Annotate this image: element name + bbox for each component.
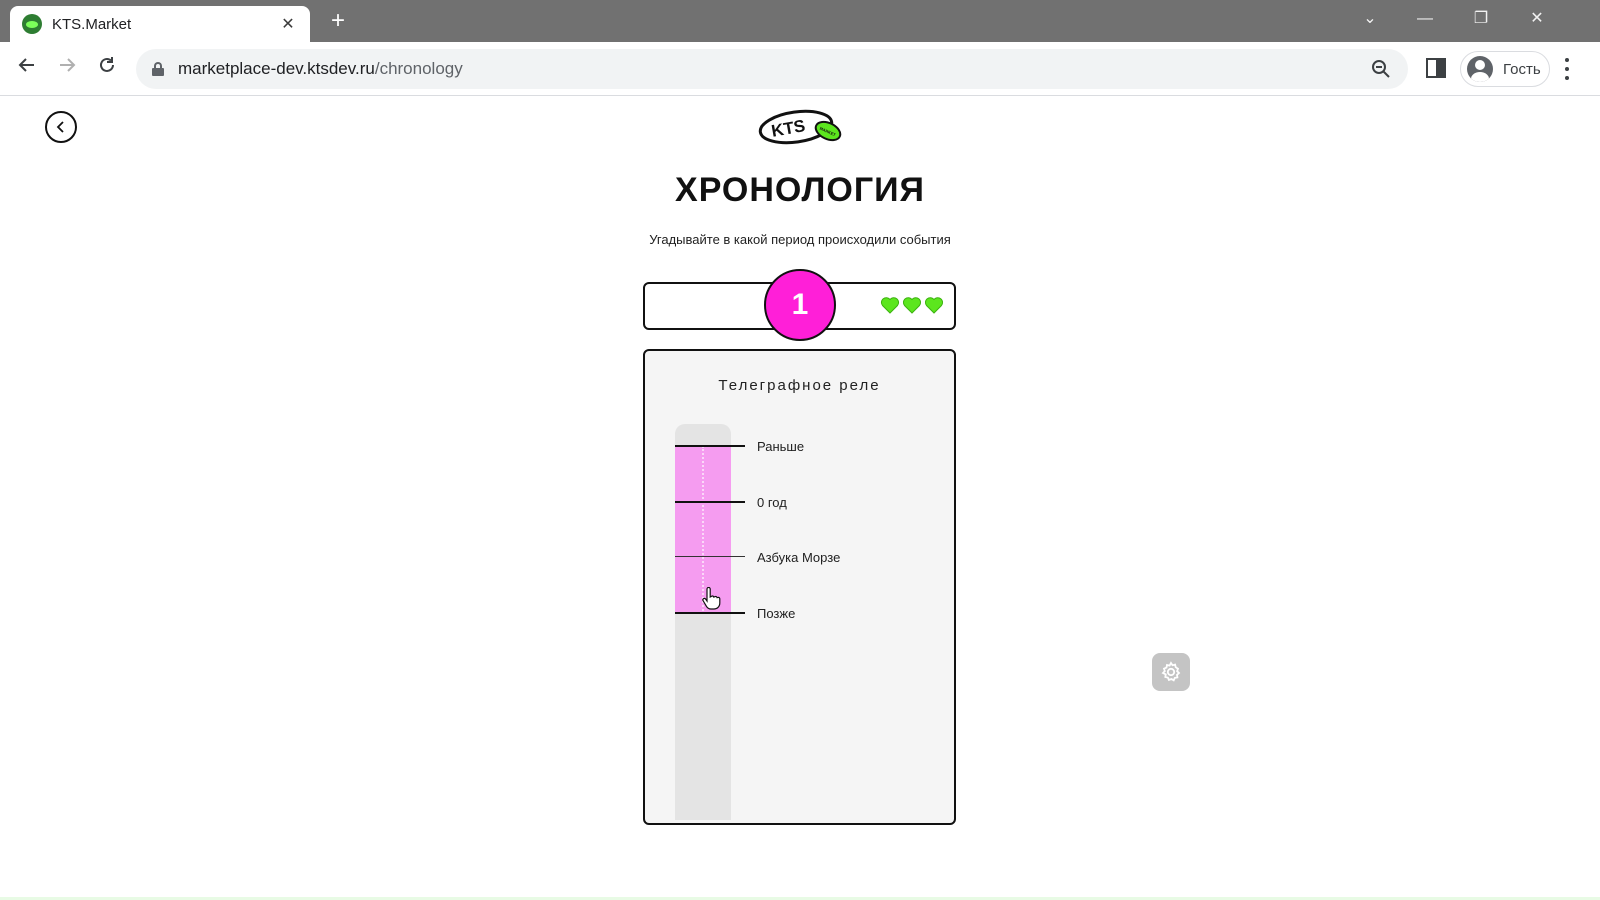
browser-toolbar: marketplace-dev.ktsdev.ru/chronology Гос… — [0, 42, 1600, 96]
window-restore-button[interactable]: ❐ — [1466, 6, 1496, 32]
event-title: Телеграфное реле — [718, 377, 881, 394]
window-minimize-button[interactable]: — — [1410, 6, 1440, 32]
heart-icon — [880, 297, 900, 314]
page-back-button[interactable] — [45, 111, 77, 143]
zoom-icon[interactable] — [1370, 58, 1392, 80]
page-subtitle: Угадывайте в какой период происходили со… — [649, 232, 951, 247]
settings-button[interactable] — [1152, 653, 1190, 691]
kts-market-logo: KTS MARKET — [758, 109, 842, 145]
profile-button[interactable]: Гость — [1460, 51, 1550, 87]
reload-button[interactable] — [93, 55, 121, 83]
chevron-left-icon — [56, 121, 64, 133]
timeline-label-reference-event[interactable]: Азбука Морзе — [757, 550, 840, 565]
reload-icon — [100, 57, 114, 72]
timeline-label-later[interactable]: Позже — [757, 606, 795, 621]
timeline-tick-reference-event — [675, 556, 745, 557]
kts-favicon-icon — [22, 14, 42, 34]
lock-icon — [152, 62, 164, 76]
side-panel-icon[interactable] — [1426, 58, 1446, 78]
address-bar[interactable]: marketplace-dev.ktsdev.ru/chronology — [136, 49, 1408, 89]
arrow-right-icon — [60, 58, 76, 72]
tab-search-button[interactable]: ⌄ — [1355, 6, 1385, 32]
browser-tab[interactable]: KTS.Market ✕ — [10, 6, 310, 42]
timeline-tick-later — [675, 612, 745, 614]
page-title: ХРОНОЛОГИЯ — [675, 171, 925, 209]
timeline-label-earlier[interactable]: Раньше — [757, 439, 804, 454]
hand-pointer-icon — [702, 587, 721, 610]
gear-icon — [1161, 661, 1181, 682]
chronology-page: KTS MARKET ХРОНОЛОГИЯ Угадывайте в какой… — [0, 97, 1600, 900]
back-nav-button[interactable] — [13, 55, 41, 83]
timeline-tick-earlier — [675, 445, 745, 447]
window-close-button[interactable]: ✕ — [1522, 6, 1552, 32]
heart-icon — [924, 297, 944, 314]
arrow-left-icon — [18, 58, 34, 72]
avatar-icon — [1467, 56, 1493, 82]
url-text: marketplace-dev.ktsdev.ru/chronology — [178, 59, 463, 78]
round-counter-badge: 1 — [764, 269, 836, 341]
kebab-menu-icon[interactable] — [1564, 58, 1570, 80]
timeline-label-year-zero[interactable]: 0 год — [757, 495, 787, 510]
event-card: Телеграфное реле Раньше 0 год Азбука Мор… — [643, 349, 956, 825]
timeline-tick-year-zero — [675, 501, 745, 503]
forward-nav-button[interactable] — [53, 55, 81, 83]
tab-title: KTS.Market — [52, 15, 132, 33]
new-tab-button[interactable]: + — [325, 8, 351, 34]
profile-name: Гость — [1503, 60, 1541, 78]
lives-indicator — [880, 295, 944, 315]
tab-close-button[interactable]: ✕ — [278, 14, 298, 34]
browser-tab-strip: KTS.Market ✕ + ⌄ — ❐ ✕ — [0, 0, 1600, 42]
heart-icon — [902, 297, 922, 314]
